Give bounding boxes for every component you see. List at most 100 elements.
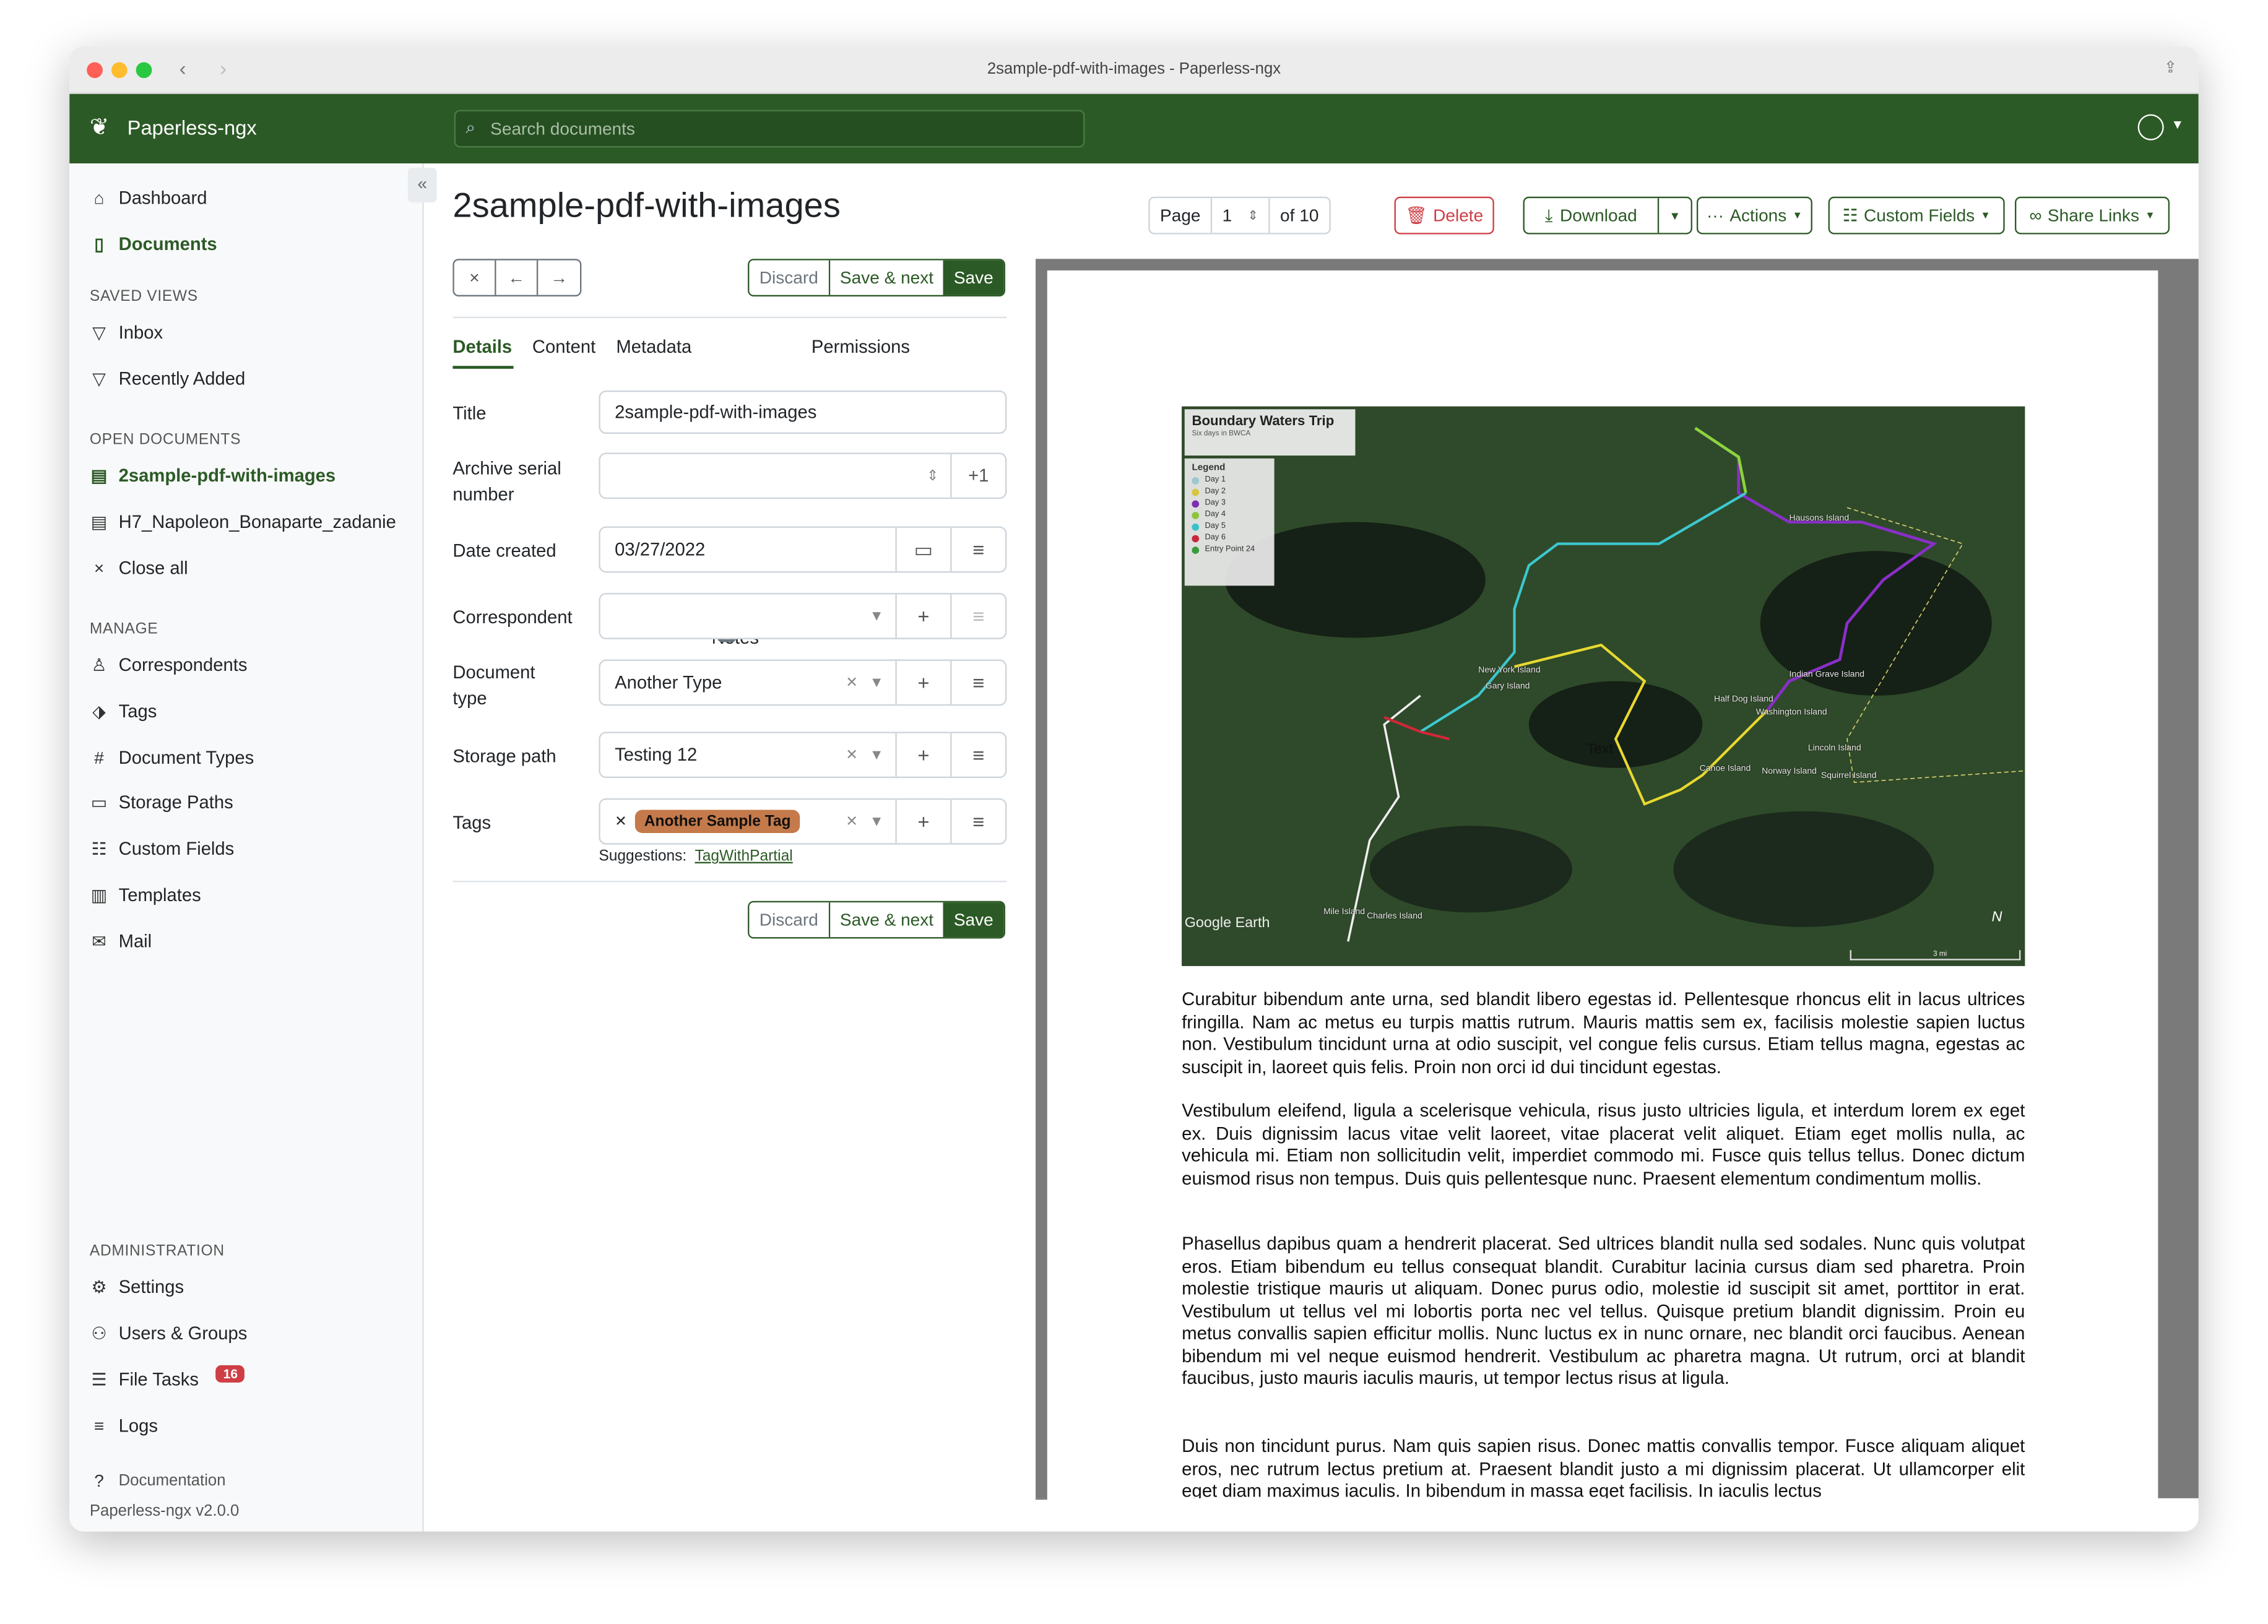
- filter-icon[interactable]: ≡: [950, 660, 1005, 704]
- map-image: Boundary Waters Trip Six days in BWCA Le…: [1182, 406, 2025, 966]
- add-correspondent-button[interactable]: +: [895, 594, 950, 638]
- delete-button[interactable]: 🗑 Delete: [1394, 196, 1494, 235]
- close-all-button[interactable]: × Close all: [90, 558, 188, 579]
- documentation-link[interactable]: ? Documentation: [90, 1471, 226, 1491]
- add-tag-button[interactable]: +: [895, 800, 950, 844]
- sidebar-item-settings[interactable]: ⚙ Settings: [90, 1277, 184, 1297]
- sidebar-item-label: Storage Paths: [118, 792, 233, 813]
- tab-permissions[interactable]: Permissions: [812, 337, 910, 357]
- route-marker-icon: [1192, 534, 1200, 542]
- documents-icon: ▯: [94, 234, 104, 255]
- ui-radios-icon: ☷: [91, 839, 107, 859]
- user-menu-caret-icon[interactable]: ▼: [2171, 117, 2184, 131]
- filter-icon[interactable]: ≡: [950, 800, 1005, 844]
- map-label: Gary Island: [1485, 682, 1530, 691]
- document-paragraph: Duis non tincidunt purus. Nam quis sapie…: [1182, 1436, 2025, 1498]
- page-number: 1: [1222, 205, 1232, 226]
- documentation-label: Documentation: [118, 1472, 226, 1490]
- sidebar-item-documents[interactable]: ▯ Documents: [90, 235, 217, 255]
- next-document-button[interactable]: →: [538, 261, 580, 295]
- sidebar-item-label: Recently Added: [118, 368, 246, 389]
- storage-path-select[interactable]: Testing 12 ✕ ▼ + ≡: [599, 732, 1007, 779]
- suggestion-link[interactable]: TagWithPartial: [695, 847, 792, 865]
- sidebar-item-dashboard[interactable]: ⌂ Dashboard: [90, 188, 207, 209]
- route-marker-icon: [1192, 488, 1200, 496]
- tags-icon: ⬗: [92, 701, 106, 722]
- download-dropdown-toggle[interactable]: ▼: [1657, 198, 1691, 233]
- save-button[interactable]: Save: [943, 902, 1004, 938]
- sidebar-item-tags[interactable]: ⬗ Tags: [90, 701, 157, 722]
- date-created-input[interactable]: 03/27/2022 ▭ ≡: [599, 526, 1007, 573]
- north-arrow-icon: N: [1991, 909, 2002, 926]
- collapse-sidebar-button[interactable]: «: [407, 168, 437, 203]
- save-next-button[interactable]: Save & next: [829, 260, 944, 295]
- gear-icon: ⚙: [91, 1277, 107, 1298]
- sidebar-item-recently-added[interactable]: ▽ Recently Added: [90, 369, 245, 389]
- share-icon[interactable]: ⇪: [2164, 58, 2178, 77]
- sidebar-item-document-types[interactable]: # Document Types: [90, 748, 254, 768]
- asn-input[interactable]: ⇕ +1: [599, 452, 1007, 499]
- close-document-button[interactable]: ×: [454, 260, 496, 295]
- document-type-select[interactable]: Another Type ✕ ▼ + ≡: [599, 659, 1007, 706]
- saved-views-heading: SAVED VIEWS: [89, 288, 198, 306]
- ui-radios-icon: ☷: [1842, 205, 1858, 226]
- sidebar-item-users-groups[interactable]: ⚇ Users & Groups: [90, 1323, 248, 1344]
- save-next-button[interactable]: Save & next: [829, 902, 944, 938]
- brand-name[interactable]: Paperless-ngx: [128, 116, 257, 139]
- sidebar-item-templates[interactable]: ▥ Templates: [90, 885, 201, 905]
- discard-button[interactable]: Discard: [749, 902, 830, 938]
- sidebar-item-mail[interactable]: ✉ Mail: [90, 931, 152, 952]
- tags-select[interactable]: ✕ Another Sample Tag ✕ ▼ + ≡: [599, 798, 1007, 845]
- route-marker-icon: [1192, 522, 1200, 530]
- map-legend: Legend Day 1 Day 2 Day 3 Day 4 Day 5 Day 6 Ent…: [1184, 458, 1275, 586]
- people-icon: ⚇: [91, 1323, 107, 1344]
- calendar-icon[interactable]: ▭: [895, 527, 950, 571]
- sidebar-item-inbox[interactable]: ▽ Inbox: [90, 322, 163, 343]
- actions-button[interactable]: ··· Actions ▼: [1696, 196, 1812, 235]
- add-storage-path-button[interactable]: +: [895, 733, 950, 777]
- page-number-input[interactable]: 1 ⇕: [1212, 198, 1270, 233]
- sidebar-item-correspondents[interactable]: ♙ Correspondents: [90, 655, 248, 676]
- download-button[interactable]: ⤓ Download: [1525, 198, 1658, 233]
- add-document-type-button[interactable]: +: [895, 660, 950, 704]
- tab-details[interactable]: Details: [452, 337, 512, 357]
- sidebar-item-custom-fields[interactable]: ☷ Custom Fields: [90, 839, 234, 859]
- clear-icon[interactable]: ✕: [846, 675, 858, 691]
- map-text-annotation: Text: [1586, 741, 1614, 758]
- open-document-item[interactable]: ▤ 2sample-pdf-with-images: [90, 465, 335, 486]
- asn-plus-one-button[interactable]: +1: [950, 454, 1005, 498]
- previous-document-button[interactable]: ←: [496, 260, 539, 295]
- discard-button[interactable]: Discard: [749, 260, 830, 295]
- sidebar-item-label: Users & Groups: [118, 1323, 248, 1344]
- legend-label: Day 3: [1205, 499, 1226, 508]
- sidebar-item-logs[interactable]: ≡ Logs: [90, 1416, 158, 1436]
- clear-icon[interactable]: ✕: [846, 813, 858, 829]
- share-links-button[interactable]: ∞ Share Links ▼: [2015, 196, 2170, 235]
- sidebar-item-label: Templates: [118, 885, 201, 905]
- filter-icon[interactable]: ≡: [950, 733, 1005, 777]
- sidebar-item-file-tasks[interactable]: ☰ File Tasks 16: [90, 1365, 245, 1390]
- page-label: Page: [1150, 198, 1213, 233]
- map-label: Squirrel Island: [1820, 772, 1877, 781]
- sidebar-item-storage-paths[interactable]: ▭ Storage Paths: [90, 793, 233, 813]
- route-day-1: [1347, 694, 1421, 942]
- filter-icon[interactable]: ≡: [950, 594, 1005, 638]
- open-document-item[interactable]: ▤ H7_Napoleon_Bonaparte_zadanie: [90, 512, 396, 532]
- tab-content[interactable]: Content: [532, 337, 595, 357]
- tab-metadata[interactable]: Metadata: [616, 337, 691, 357]
- page-pager: Page 1 ⇕ of 10: [1148, 196, 1331, 235]
- remove-tag-icon[interactable]: ✕: [615, 813, 627, 829]
- search-input[interactable]: ⌕ Search documents: [454, 110, 1085, 148]
- clear-icon[interactable]: ✕: [846, 747, 858, 763]
- save-button[interactable]: Save: [943, 260, 1004, 295]
- user-avatar-icon[interactable]: [2137, 114, 2164, 140]
- filter-icon[interactable]: ≡: [950, 527, 1005, 571]
- save-button-group-top: Discard Save & next Save: [748, 259, 1005, 297]
- custom-fields-button[interactable]: ☷ Custom Fields ▼: [1828, 196, 2005, 235]
- leaf-logo-icon: ❦: [89, 115, 110, 140]
- title-value: 2sample-pdf-with-images: [615, 402, 817, 423]
- title-input[interactable]: 2sample-pdf-with-images: [599, 390, 1007, 434]
- correspondent-select[interactable]: ▼ + ≡: [599, 593, 1007, 639]
- sidebar-item-label: Correspondents: [118, 655, 248, 676]
- app-header: ❦ Paperless-ngx ⌕ Search documents ▼: [69, 93, 2199, 164]
